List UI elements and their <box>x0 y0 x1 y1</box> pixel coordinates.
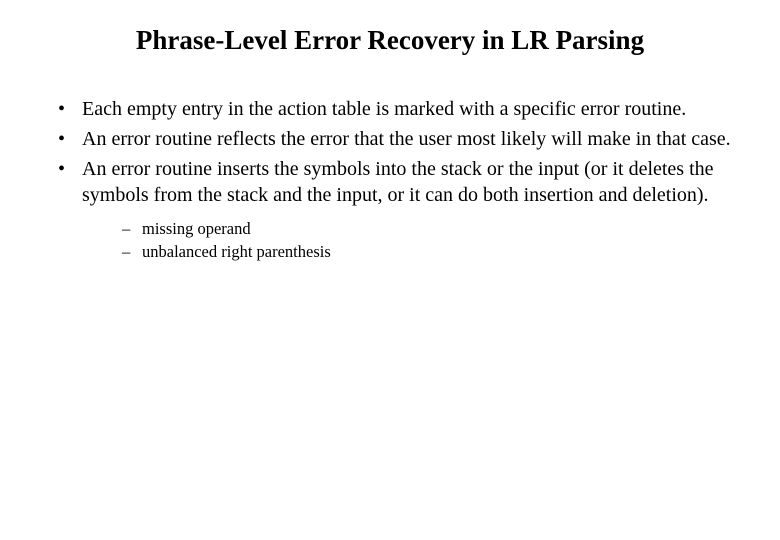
slide-title: Phrase-Level Error Recovery in LR Parsin… <box>30 25 750 56</box>
bullet-item: An error routine reflects the error that… <box>58 126 750 152</box>
bullet-item: Each empty entry in the action table is … <box>58 96 750 122</box>
sub-bullet-item: missing operand <box>122 218 750 239</box>
main-bullet-list: Each empty entry in the action table is … <box>30 96 750 263</box>
sub-bullet-list: missing operand unbalanced right parenth… <box>82 218 750 263</box>
sub-bullet-item: unbalanced right parenthesis <box>122 241 750 262</box>
bullet-item: An error routine inserts the symbols int… <box>58 156 750 263</box>
bullet-text: An error routine inserts the symbols int… <box>82 158 714 206</box>
